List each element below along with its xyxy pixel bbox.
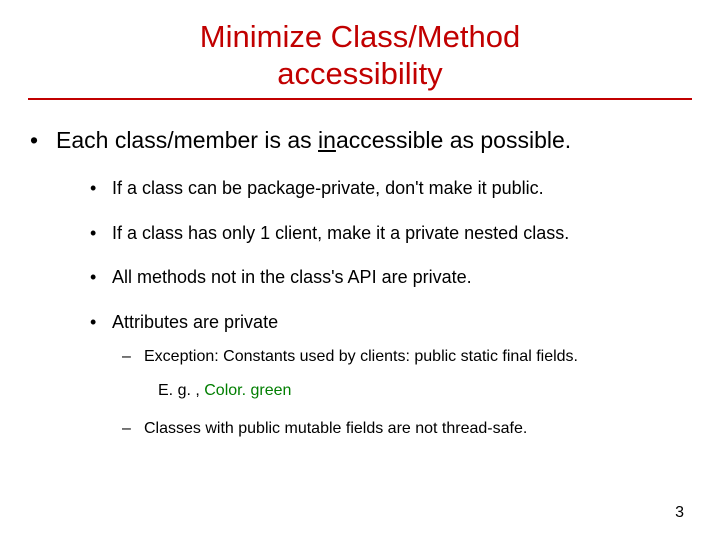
tertiary-bullet: – Classes with public mutable fields are…: [122, 419, 692, 439]
slide-body: • Each class/member is as inaccessible a…: [0, 100, 720, 439]
sub-bullet: • If a class can be package-private, don…: [90, 177, 692, 200]
main-bullet-post: accessible as possible.: [336, 127, 571, 153]
sub-bullet-text: If a class has only 1 client, make it a …: [112, 222, 569, 245]
title-line-2: accessibility: [277, 56, 442, 91]
sub-bullet: • If a class has only 1 client, make it …: [90, 222, 692, 245]
sub-bullet: • Attributes are private: [90, 311, 692, 334]
bullet-dot-icon: •: [28, 126, 56, 155]
dash-icon: –: [122, 347, 144, 367]
sub-bullet: • All methods not in the class's API are…: [90, 266, 692, 289]
example-row: E. g. , Color. green: [122, 381, 692, 401]
dash-icon: –: [122, 419, 144, 439]
sub-bullet-text: Attributes are private: [112, 311, 278, 334]
sub-bullet-list: • If a class can be package-private, don…: [28, 177, 692, 439]
title-line-1: Minimize Class/Method: [200, 19, 520, 54]
tertiary-text: Exception: Constants used by clients: pu…: [144, 347, 578, 367]
sub-bullet-text: All methods not in the class's API are p…: [112, 266, 472, 289]
main-bullet-text: Each class/member is as inaccessible as …: [56, 126, 571, 155]
bullet-dot-icon: •: [90, 222, 112, 245]
example-label: E. g. ,: [158, 382, 204, 399]
slide-title: Minimize Class/Method accessibility: [0, 0, 720, 98]
main-bullet-emph: in: [318, 127, 336, 153]
slide: Minimize Class/Method accessibility • Ea…: [0, 0, 720, 540]
tertiary-text: Classes with public mutable fields are n…: [144, 419, 527, 439]
sub-bullet-text: If a class can be package-private, don't…: [112, 177, 544, 200]
tertiary-list: – Exception: Constants used by clients: …: [90, 347, 692, 439]
main-bullet: • Each class/member is as inaccessible a…: [28, 126, 692, 155]
main-bullet-pre: Each class/member is as: [56, 127, 318, 153]
example-value: Color. green: [204, 382, 291, 399]
tertiary-bullet: – Exception: Constants used by clients: …: [122, 347, 692, 367]
bullet-dot-icon: •: [90, 177, 112, 200]
page-number: 3: [675, 504, 684, 522]
bullet-dot-icon: •: [90, 311, 112, 334]
bullet-dot-icon: •: [90, 266, 112, 289]
